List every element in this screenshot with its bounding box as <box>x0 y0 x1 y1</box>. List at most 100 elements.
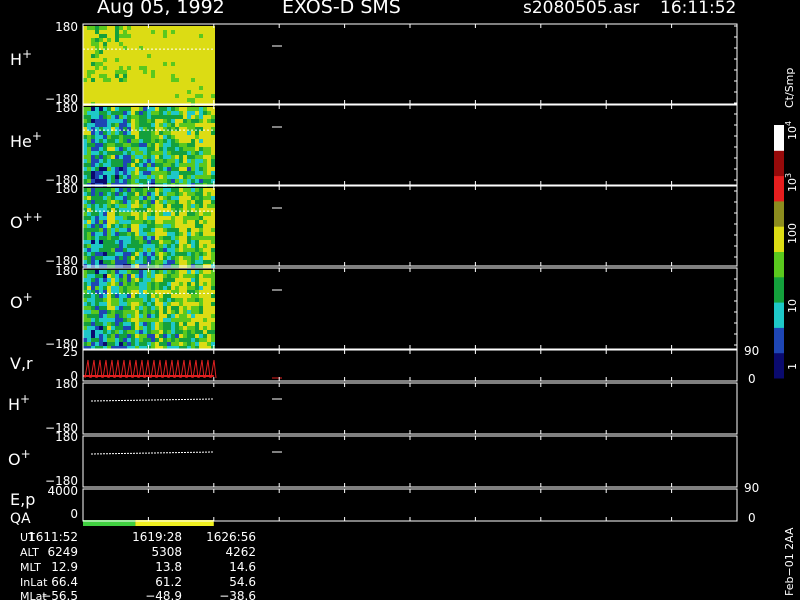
ephemeris-value: 66.4 <box>51 575 78 589</box>
heat-cell <box>99 232 103 236</box>
heat-cell <box>135 50 139 54</box>
heat-cell <box>119 34 123 38</box>
heat-cell <box>199 274 203 278</box>
heat-cell <box>95 330 99 334</box>
heat-cell <box>135 167 139 171</box>
heat-cell <box>175 334 179 338</box>
heat-cell <box>187 192 191 196</box>
heat-cell <box>187 212 191 216</box>
heat-cell <box>171 212 175 216</box>
heat-cell <box>91 310 95 314</box>
heat-cell <box>119 94 123 98</box>
heat-cell <box>123 66 127 70</box>
heat-cell <box>127 111 131 115</box>
heat-cell <box>143 224 147 228</box>
heat-cell <box>171 115 175 119</box>
heat-cell <box>203 155 207 159</box>
heat-cell <box>151 159 155 163</box>
heat-cell <box>127 252 131 256</box>
heat-cell <box>203 78 207 82</box>
heat-cell <box>135 70 139 74</box>
heat-cell <box>107 123 111 127</box>
heat-cell <box>151 167 155 171</box>
heat-cell <box>183 26 187 30</box>
heat-cell <box>111 286 115 290</box>
heat-cell <box>115 278 119 282</box>
heat-cell <box>159 86 163 90</box>
heat-cell <box>211 286 215 290</box>
heat-cell <box>199 115 203 119</box>
heat-cell <box>171 294 175 298</box>
heat-cell <box>147 322 151 326</box>
heat-cell <box>171 54 175 58</box>
colorbar-segment <box>774 200 784 227</box>
heat-cell <box>171 66 175 70</box>
heat-cell <box>187 232 191 236</box>
heat-cell <box>155 42 159 46</box>
heat-cell <box>159 139 163 143</box>
heat-cell <box>115 107 119 111</box>
heat-cell <box>131 70 135 74</box>
heat-cell <box>143 318 147 322</box>
heat-cell <box>139 143 143 147</box>
heat-cell <box>155 30 159 34</box>
heat-cell <box>207 330 211 334</box>
heat-cell <box>107 147 111 151</box>
heat-cell <box>195 135 199 139</box>
heat-cell <box>127 200 131 204</box>
heat-cell <box>183 196 187 200</box>
heat-cell <box>187 220 191 224</box>
heat-cell <box>199 192 203 196</box>
heat-cell <box>139 216 143 220</box>
heat-cell <box>183 260 187 264</box>
heat-cell <box>95 139 99 143</box>
heat-cell <box>103 151 107 155</box>
heat-cell <box>135 115 139 119</box>
heat-cell <box>131 192 135 196</box>
heat-cell <box>199 167 203 171</box>
heat-cell <box>203 30 207 34</box>
heat-cell <box>203 151 207 155</box>
heat-cell <box>143 119 147 123</box>
heat-cell <box>119 115 123 119</box>
heat-cell <box>151 196 155 200</box>
heat-cell <box>195 192 199 196</box>
heat-cell <box>111 326 115 330</box>
heat-cell <box>175 252 179 256</box>
pitch-angle-line <box>90 398 214 402</box>
heat-cell <box>135 278 139 282</box>
heat-cell <box>163 298 167 302</box>
heat-cell <box>203 338 207 342</box>
heat-cell <box>159 216 163 220</box>
heat-cell <box>171 163 175 167</box>
heat-cell <box>195 228 199 232</box>
heat-cell <box>179 192 183 196</box>
heat-cell <box>115 54 119 58</box>
heat-cell <box>199 244 203 248</box>
heat-cell <box>159 310 163 314</box>
heat-cell <box>95 302 99 306</box>
heat-cell <box>183 302 187 306</box>
heat-cell <box>211 155 215 159</box>
heat-cell <box>123 115 127 119</box>
heat-cell <box>211 135 215 139</box>
heat-cell <box>199 260 203 264</box>
heat-cell <box>127 270 131 274</box>
heat-cell <box>95 54 99 58</box>
heat-cell <box>83 212 87 216</box>
heat-cell <box>203 86 207 90</box>
heat-cell <box>135 123 139 127</box>
heat-cell <box>151 151 155 155</box>
heat-cell <box>187 123 191 127</box>
heat-cell <box>159 282 163 286</box>
heat-cell <box>99 248 103 252</box>
heat-cell <box>191 98 195 102</box>
heat-cell <box>187 216 191 220</box>
heat-cell <box>195 62 199 66</box>
heat-cell <box>139 82 143 86</box>
heat-cell <box>151 204 155 208</box>
heat-cell <box>115 163 119 167</box>
heat-cell <box>207 82 211 86</box>
heat-cell <box>191 171 195 175</box>
heat-cell <box>207 196 211 200</box>
